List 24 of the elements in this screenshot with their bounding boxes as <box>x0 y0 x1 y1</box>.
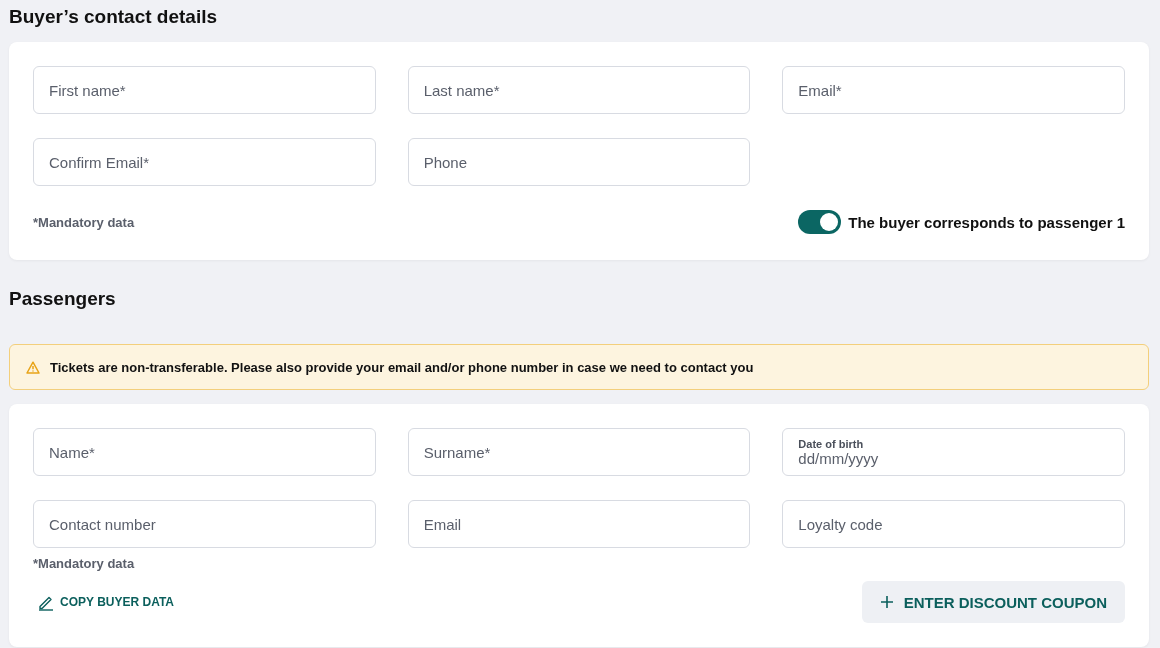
copy-link[interactable]: COPY BUYER DATA <box>37 593 174 611</box>
input-field[interactable]: Email <box>407 500 751 548</box>
input-field[interactable]: Name* <box>33 428 376 476</box>
input-field[interactable]: Surname* <box>407 428 751 476</box>
input-field[interactable]: First name* <box>33 66 376 114</box>
input-field[interactable]: Confirm Email* <box>33 138 376 186</box>
mandatory-note: *Mandatory data <box>33 214 135 230</box>
warning-text: Tickets are non-transferable. Please also provide your email and/or phone number in case we need to contact you <box>50 359 754 375</box>
coupon-button[interactable]: ENTER DISCOUNT COUPON <box>861 581 1125 623</box>
warning-icon <box>26 360 40 374</box>
input-field[interactable]: Loyalty code <box>782 500 1125 548</box>
section-title: Buyer’s contact details <box>9 5 219 29</box>
toggle-switch[interactable] <box>798 210 842 234</box>
plus-icon <box>879 595 894 609</box>
toggle-label: The buyer corresponds to passenger 1 <box>848 213 1125 231</box>
input-field[interactable]: Phone <box>407 138 751 186</box>
section-title: Passengers <box>9 287 117 311</box>
input-field[interactable]: Contact number <box>33 500 376 548</box>
date-field[interactable]: Date of birth dd/mm/yyyy <box>782 428 1125 476</box>
mandatory-note: *Mandatory data <box>33 556 136 571</box>
input-field[interactable]: Email* <box>782 66 1125 114</box>
input-field[interactable]: Last name* <box>407 66 751 114</box>
field-label: Date of birth <box>798 437 865 450</box>
placeholder-text: dd/mm/yyyy <box>798 449 880 467</box>
